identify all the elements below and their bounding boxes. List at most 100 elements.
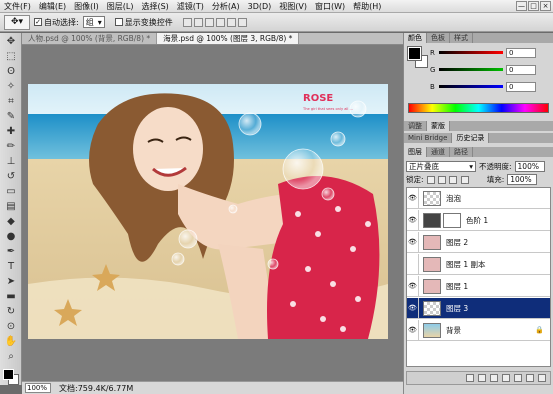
tab-masks[interactable]: 蒙版 bbox=[427, 121, 450, 131]
layer-row-layer3[interactable]: 👁 图层 3 bbox=[407, 297, 550, 319]
menu-layer[interactable]: 图层(L) bbox=[103, 0, 138, 13]
new-layer-icon[interactable] bbox=[526, 374, 534, 382]
lock-all-icon[interactable] bbox=[460, 175, 469, 184]
3d-camera-tool-icon[interactable]: ⊙ bbox=[2, 319, 20, 333]
magic-wand-tool-icon[interactable]: ✧ bbox=[2, 79, 20, 93]
blue-slider[interactable] bbox=[439, 85, 503, 88]
foreground-color-swatch[interactable] bbox=[3, 369, 14, 380]
fill-input[interactable]: 100% bbox=[507, 173, 538, 185]
lock-image-icon[interactable] bbox=[437, 175, 446, 184]
align-top-icon[interactable] bbox=[182, 17, 192, 27]
menu-help[interactable]: 帮助(H) bbox=[349, 0, 385, 13]
gradient-tool-icon[interactable]: ▤ bbox=[2, 199, 20, 213]
layer-row-layer1[interactable]: 👁 图层 1 bbox=[407, 275, 550, 297]
auto-select-checkbox[interactable]: ✓ 自动选择: bbox=[34, 17, 79, 28]
type-tool-icon[interactable]: T bbox=[2, 259, 20, 273]
brush-tool-icon[interactable]: ✏ bbox=[2, 139, 20, 153]
menu-3d[interactable]: 3D(D) bbox=[244, 0, 276, 13]
tab-history[interactable]: 历史记录 bbox=[452, 133, 490, 143]
lock-transparent-icon[interactable] bbox=[426, 175, 435, 184]
add-mask-icon[interactable] bbox=[490, 374, 498, 382]
align-center-icon[interactable] bbox=[226, 17, 236, 27]
canvas-area[interactable]: ROSE The girl that sees only all ... bbox=[22, 45, 403, 381]
layer-visibility-eye-icon[interactable]: 👁 bbox=[407, 188, 419, 209]
tab-color[interactable]: 颜色 bbox=[404, 33, 427, 43]
show-transform-checkbox[interactable]: 显示变换控件 bbox=[114, 17, 173, 28]
tab-layers[interactable]: 图层 bbox=[404, 147, 427, 157]
blur-tool-icon[interactable]: ◆ bbox=[2, 214, 20, 228]
green-slider[interactable] bbox=[439, 68, 503, 71]
align-bottom-icon[interactable] bbox=[204, 17, 214, 27]
blend-mode-dropdown[interactable]: 正片叠底 ▾ bbox=[406, 160, 476, 172]
document-info[interactable]: 文档:759.4K/6.77M bbox=[59, 383, 133, 394]
zoom-level-input[interactable]: 100% bbox=[25, 383, 51, 393]
tab-styles[interactable]: 样式 bbox=[450, 33, 473, 43]
layer-row-levels[interactable]: 👁 色阶 1 bbox=[407, 209, 550, 231]
menu-select[interactable]: 选择(S) bbox=[137, 0, 172, 13]
clone-stamp-tool-icon[interactable]: ⊥ bbox=[2, 154, 20, 168]
layer-row-background[interactable]: 👁 背景 🔒 bbox=[407, 319, 550, 341]
link-layers-icon[interactable] bbox=[466, 374, 474, 382]
menu-filter[interactable]: 滤镜(T) bbox=[173, 0, 208, 13]
path-selection-tool-icon[interactable]: ➤ bbox=[2, 274, 20, 288]
move-tool-icon[interactable]: ✥ bbox=[2, 34, 20, 48]
eraser-tool-icon[interactable]: ▭ bbox=[2, 184, 20, 198]
tab-paths[interactable]: 路径 bbox=[450, 147, 473, 157]
crop-tool-icon[interactable]: ⌗ bbox=[2, 94, 20, 108]
tab-mini-bridge[interactable]: Mini Bridge bbox=[404, 133, 453, 143]
minimize-button[interactable]: — bbox=[516, 1, 527, 11]
shape-tool-icon[interactable]: ▬ bbox=[2, 289, 20, 303]
healing-brush-tool-icon[interactable]: ✚ bbox=[2, 124, 20, 138]
tab-swatches[interactable]: 色板 bbox=[427, 33, 450, 43]
zoom-tool-icon[interactable]: ⌕ bbox=[2, 349, 20, 363]
layer-visibility-eye-icon[interactable]: 👁 bbox=[407, 297, 419, 319]
layer-visibility-eye-icon[interactable]: 👁 bbox=[407, 231, 419, 253]
tab-adjustments[interactable]: 调整 bbox=[404, 121, 427, 131]
maximize-button[interactable]: □ bbox=[528, 1, 539, 11]
layer-row-layer1-copy[interactable]: 图层 1 副本 bbox=[407, 253, 550, 275]
foreground-color-swatch[interactable] bbox=[407, 46, 422, 61]
layer-visibility-eye-icon[interactable]: 👁 bbox=[407, 319, 419, 341]
green-value[interactable]: 0 bbox=[506, 64, 536, 75]
new-group-icon[interactable] bbox=[514, 374, 522, 382]
color-fg-bg-swatches[interactable] bbox=[407, 46, 430, 69]
pen-tool-icon[interactable]: ✒ bbox=[2, 244, 20, 258]
tab-renwu-psd[interactable]: 人物.psd @ 100% (背景, RGB/8) * bbox=[22, 33, 158, 44]
layer-visibility-eye-icon[interactable] bbox=[407, 253, 419, 275]
menu-view[interactable]: 视图(V) bbox=[275, 0, 311, 13]
lock-position-icon[interactable] bbox=[449, 175, 458, 184]
hand-tool-icon[interactable]: ✋ bbox=[2, 334, 20, 348]
menu-analysis[interactable]: 分析(A) bbox=[208, 0, 244, 13]
red-slider[interactable] bbox=[439, 51, 503, 54]
tab-haijing-psd[interactable]: 海景.psd @ 100% (图层 3, RGB/8) * bbox=[157, 33, 300, 44]
tab-channels[interactable]: 通道 bbox=[427, 147, 450, 157]
menu-window[interactable]: 窗口(W) bbox=[311, 0, 349, 13]
layer-mask-thumbnail[interactable] bbox=[443, 212, 461, 228]
menu-edit[interactable]: 编辑(E) bbox=[35, 0, 70, 13]
marquee-tool-icon[interactable]: ⬚ bbox=[2, 49, 20, 63]
canvas-image[interactable]: ROSE The girl that sees only all ... bbox=[28, 84, 388, 339]
blue-value[interactable]: 0 bbox=[506, 81, 536, 92]
layer-style-icon[interactable] bbox=[478, 374, 486, 382]
red-value[interactable]: 0 bbox=[506, 47, 536, 58]
layer-row-layer2[interactable]: 👁 图层 2 bbox=[407, 231, 550, 253]
delete-layer-icon[interactable] bbox=[538, 374, 546, 382]
menu-file[interactable]: 文件(F) bbox=[0, 0, 35, 13]
menu-image[interactable]: 图像(I) bbox=[70, 0, 103, 13]
auto-select-dropdown[interactable]: 组 ▾ bbox=[82, 16, 105, 28]
lasso-tool-icon[interactable]: ʘ bbox=[2, 64, 20, 78]
eyedropper-tool-icon[interactable]: ✎ bbox=[2, 109, 20, 123]
color-spectrum-ramp[interactable] bbox=[408, 103, 549, 113]
align-middle-icon[interactable] bbox=[193, 17, 203, 27]
align-left-icon[interactable] bbox=[215, 17, 225, 27]
3d-rotate-tool-icon[interactable]: ↻ bbox=[2, 304, 20, 318]
layer-row-bubbles[interactable]: 👁 泡泡 bbox=[407, 188, 550, 209]
history-brush-tool-icon[interactable]: ↺ bbox=[2, 169, 20, 183]
close-button[interactable]: × bbox=[540, 1, 551, 11]
layer-visibility-eye-icon[interactable]: 👁 bbox=[407, 209, 419, 231]
layer-visibility-eye-icon[interactable]: 👁 bbox=[407, 275, 419, 297]
tool-preset-picker[interactable]: ✥▾ bbox=[4, 14, 30, 30]
adjustment-layer-icon[interactable] bbox=[502, 374, 510, 382]
align-right-icon[interactable] bbox=[237, 17, 247, 27]
opacity-input[interactable]: 100% bbox=[514, 160, 545, 172]
